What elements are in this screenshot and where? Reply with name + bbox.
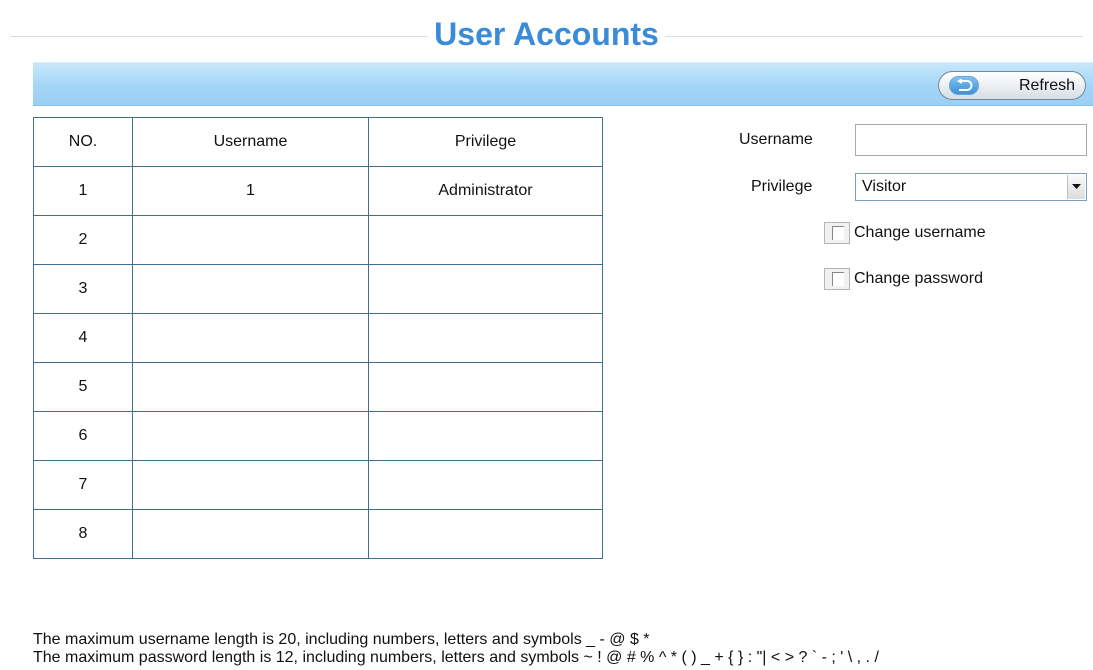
table-row[interactable]: 5 <box>33 362 603 412</box>
input-rules-notes: The maximum username length is 20, inclu… <box>33 631 879 667</box>
column-header-privilege: Privilege <box>368 117 603 167</box>
table-row[interactable]: 8 <box>33 509 603 559</box>
chevron-down-icon[interactable] <box>1067 175 1085 199</box>
table-row[interactable]: 7 <box>33 460 603 510</box>
row-number: 4 <box>33 313 133 363</box>
refresh-label: Refresh <box>1018 77 1075 94</box>
change-password-label: Change password <box>854 270 983 287</box>
row-username <box>132 411 369 461</box>
row-number: 6 <box>33 411 133 461</box>
refresh-button[interactable]: Refresh <box>938 71 1086 100</box>
page-title: User Accounts <box>0 14 1093 54</box>
table-row[interactable]: 3 <box>33 264 603 314</box>
table-row[interactable]: 2 <box>33 215 603 265</box>
row-username <box>132 460 369 510</box>
row-privilege <box>368 264 603 314</box>
row-number: 3 <box>33 264 133 314</box>
privilege-select-value: Visitor <box>862 178 907 195</box>
toolbar: Refresh <box>33 62 1093 106</box>
top-strip <box>0 0 1093 9</box>
username-rule-text: The maximum username length is 20, inclu… <box>33 631 650 648</box>
row-username <box>132 362 369 412</box>
row-privilege <box>368 313 603 363</box>
column-header-no: NO. <box>33 117 133 167</box>
table-header-row: NO. Username Privilege <box>33 117 603 167</box>
row-username <box>132 264 369 314</box>
user-accounts-table: NO. Username Privilege 1 1 Administrator… <box>33 117 603 559</box>
row-privilege <box>368 362 603 412</box>
username-input[interactable] <box>855 124 1087 156</box>
row-number: 8 <box>33 509 133 559</box>
column-header-username: Username <box>132 117 369 167</box>
row-number: 2 <box>33 215 133 265</box>
privilege-select[interactable]: Visitor <box>855 173 1087 201</box>
password-rule-text: The maximum password length is 12, inclu… <box>33 649 879 666</box>
refresh-arrow-icon <box>949 76 979 95</box>
row-privilege <box>368 460 603 510</box>
row-privilege: Administrator <box>368 166 603 216</box>
row-username <box>132 509 369 559</box>
table-row[interactable]: 4 <box>33 313 603 363</box>
table-row[interactable]: 6 <box>33 411 603 461</box>
change-password-checkbox[interactable] <box>824 268 850 290</box>
table-row[interactable]: 1 1 Administrator <box>33 166 603 216</box>
change-username-checkbox[interactable] <box>824 222 850 244</box>
row-privilege <box>368 509 603 559</box>
change-username-label: Change username <box>854 224 986 241</box>
row-number: 7 <box>33 460 133 510</box>
row-privilege <box>368 411 603 461</box>
page-title-text: User Accounts <box>428 16 665 52</box>
privilege-label: Privilege <box>751 178 813 195</box>
row-privilege <box>368 215 603 265</box>
row-username <box>132 215 369 265</box>
row-number: 5 <box>33 362 133 412</box>
row-number: 1 <box>33 166 133 216</box>
username-label: Username <box>739 131 813 148</box>
row-username: 1 <box>132 166 369 216</box>
row-username <box>132 313 369 363</box>
